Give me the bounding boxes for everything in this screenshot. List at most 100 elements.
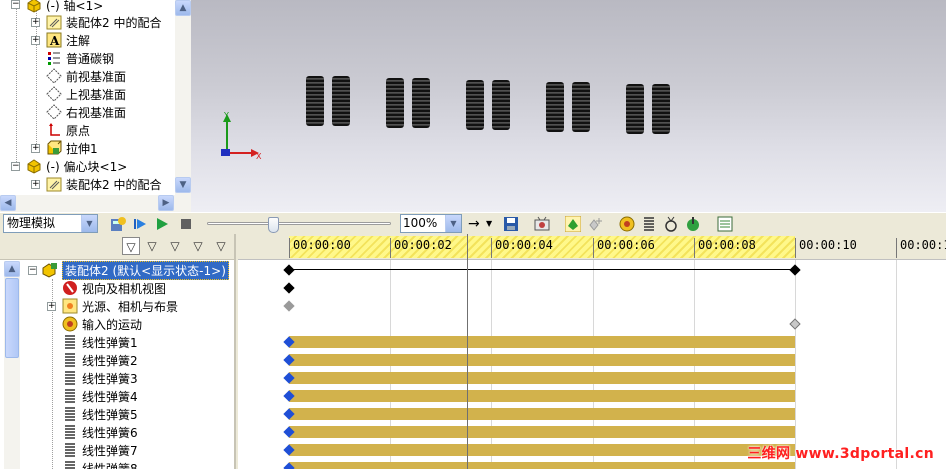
tree-vertical-scrollbar[interactable]: ▲ ▼ <box>175 0 191 195</box>
spring-track-bar[interactable] <box>289 444 795 456</box>
scroll-right-button[interactable]: ▶ <box>158 195 174 211</box>
chevron-down-icon[interactable]: ▼ <box>486 216 502 232</box>
tree-item-spring-5[interactable]: 线性弹簧5 <box>62 405 138 423</box>
stop-icon[interactable] <box>178 216 194 232</box>
mates-folder-icon <box>46 176 62 192</box>
tree-item-mates-2[interactable]: 装配体2 中的配合 <box>46 175 161 193</box>
spring-track-bar[interactable] <box>289 354 795 366</box>
scroll-thumb[interactable] <box>5 278 19 358</box>
collapse-toggle[interactable]: − <box>28 266 37 275</box>
spring-track-bar[interactable] <box>289 462 795 469</box>
tree-item-shaft[interactable]: (-) 轴<1> <box>26 0 103 14</box>
plane-icon <box>46 104 62 120</box>
motor-icon[interactable] <box>619 216 635 232</box>
mates-folder-icon <box>46 14 62 30</box>
gravity-icon[interactable] <box>685 216 701 232</box>
collapse-toggle[interactable]: − <box>11 162 20 171</box>
time-cursor[interactable] <box>467 234 468 469</box>
time-label: 00:00:00 <box>289 238 351 258</box>
tree-item-material[interactable]: 普通碳钢 <box>46 49 114 67</box>
tree-item-spring-8[interactable]: 线性弹簧8 <box>62 459 138 469</box>
filter-selected-icon[interactable]: ▽ <box>189 237 207 255</box>
play-icon[interactable] <box>154 216 170 232</box>
animation-wizard-icon[interactable] <box>534 216 550 232</box>
playback-slider-track[interactable] <box>207 222 391 225</box>
tree-item-spring-4[interactable]: 线性弹簧4 <box>62 387 138 405</box>
collapse-toggle[interactable]: − <box>11 0 20 9</box>
contact-icon[interactable] <box>663 216 679 232</box>
scroll-down-button[interactable]: ▼ <box>175 177 191 193</box>
expand-toggle[interactable]: + <box>31 180 40 189</box>
spring-track-bar[interactable] <box>289 390 795 402</box>
zoom-select[interactable]: 100% ▼ <box>400 214 462 233</box>
tree-item-imported-motion[interactable]: 输入的运动 <box>62 315 142 333</box>
tree-item-mates[interactable]: 装配体2 中的配合 <box>46 13 161 31</box>
save-animation-icon[interactable] <box>503 216 519 232</box>
filter-results-icon[interactable]: ▽ <box>212 237 230 255</box>
spring-model <box>492 80 510 130</box>
keyframe[interactable] <box>789 264 801 276</box>
tree-item-camera-views[interactable]: 视向及相机视图 <box>62 279 166 297</box>
spring-model <box>652 84 670 134</box>
time-label: 00:00:06 <box>593 238 655 258</box>
tree-item-spring-2[interactable]: 线性弹簧2 <box>62 351 138 369</box>
expand-toggle[interactable]: + <box>47 302 56 311</box>
motion-tree-scrollbar[interactable]: ▲ <box>4 261 20 469</box>
imported-motion-icon <box>62 316 78 332</box>
camera-views-icon <box>62 280 78 296</box>
playback-slider-thumb[interactable] <box>268 217 279 233</box>
autokey-icon[interactable] <box>564 215 582 233</box>
tree-item-origin[interactable]: 原点 <box>46 121 90 139</box>
tree-item-annotations[interactable]: A 注解 <box>46 31 90 49</box>
tree-item-spring-3[interactable]: 线性弹簧3 <box>62 369 138 387</box>
svg-text:A: A <box>49 34 60 48</box>
tree-item-extrude[interactable]: 拉伸1 <box>46 139 98 157</box>
time-label: 00:00:1 <box>896 238 946 258</box>
filter-driving-icon[interactable]: ▽ <box>166 237 184 255</box>
expand-toggle[interactable]: + <box>31 18 40 27</box>
keyframe[interactable] <box>789 318 801 330</box>
spring-track-bar[interactable] <box>289 408 795 420</box>
expand-toggle[interactable]: + <box>31 36 40 45</box>
tree-item-spring-7[interactable]: 线性弹簧7 <box>62 441 138 459</box>
chevron-down-icon[interactable]: ▼ <box>445 215 461 232</box>
tree-horizontal-scrollbar[interactable]: ◀ ▶ <box>0 195 191 212</box>
expand-toggle[interactable]: + <box>31 144 40 153</box>
add-key-icon[interactable] <box>587 216 603 232</box>
playback-mode-icon[interactable]: → <box>468 216 484 232</box>
keyframe[interactable] <box>283 264 295 276</box>
scroll-up-button[interactable]: ▲ <box>4 261 20 277</box>
plane-icon <box>46 68 62 84</box>
tree-item-right-plane[interactable]: 右视基准面 <box>46 103 126 121</box>
assembly-icon <box>42 262 58 278</box>
chevron-down-icon[interactable]: ▼ <box>81 215 97 232</box>
results-icon[interactable] <box>717 216 733 232</box>
filter-animated-icon[interactable]: ▽ <box>143 237 161 255</box>
calculate-icon[interactable] <box>110 216 126 232</box>
study-type-select[interactable]: 物理模拟 ▼ <box>3 214 98 233</box>
tree-item-front-plane[interactable]: 前视基准面 <box>46 67 126 85</box>
filter-icon[interactable]: ▽ <box>122 237 140 255</box>
spring-model <box>412 78 430 128</box>
tree-item-assembly-root[interactable]: 装配体2 (默认<显示状态-1>) <box>42 260 229 280</box>
spring-icon[interactable] <box>641 216 657 232</box>
scroll-left-button[interactable]: ◀ <box>0 195 16 211</box>
keyframe[interactable] <box>283 300 295 312</box>
tree-item-spring-6[interactable]: 线性弹簧6 <box>62 423 138 441</box>
tree-item-lights[interactable]: 光源、相机与布景 <box>62 297 178 315</box>
spring-track-bar[interactable] <box>289 336 795 348</box>
time-label: 00:00:08 <box>694 238 756 258</box>
tree-item-top-plane[interactable]: 上视基准面 <box>46 85 126 103</box>
tree-item-eccentric[interactable]: (-) 偏心块<1> <box>26 157 127 175</box>
study-type-value: 物理模拟 <box>7 216 56 230</box>
spring-track-bar[interactable] <box>289 372 795 384</box>
spring-track-bar[interactable] <box>289 426 795 438</box>
time-ruler[interactable]: 00:00:00 00:00:02 00:00:04 00:00:06 00:0… <box>238 234 946 260</box>
tree-item-spring-1[interactable]: 线性弹簧1 <box>62 333 138 351</box>
play-from-start-icon[interactable] <box>132 216 148 232</box>
scroll-up-button[interactable]: ▲ <box>175 0 191 16</box>
keyframe[interactable] <box>283 282 295 294</box>
motion-timeline[interactable]: 00:00:00 00:00:02 00:00:04 00:00:06 00:0… <box>238 234 946 469</box>
graphics-viewport[interactable]: Y X <box>191 0 946 212</box>
tree-guide-line <box>16 0 17 168</box>
